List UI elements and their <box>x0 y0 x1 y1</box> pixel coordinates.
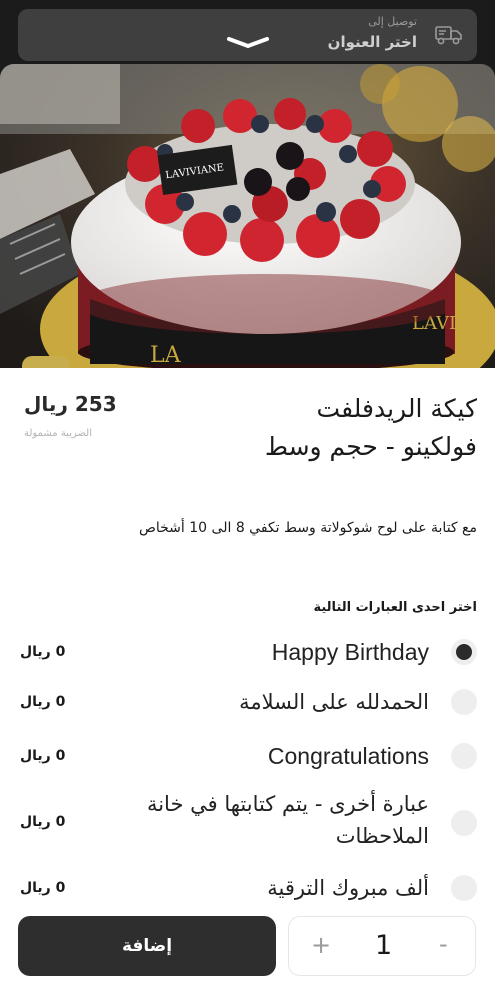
option-radio[interactable] <box>451 743 477 769</box>
truck-icon <box>435 26 462 45</box>
option-label: عبارة أخرى - يتم كتابتها في خانة الملاحظ… <box>146 792 429 848</box>
option-radio[interactable] <box>451 689 477 715</box>
product-title-line2: فولكينو - حجم وسط <box>264 432 477 461</box>
option-price: 0 ريال <box>20 694 66 710</box>
option-price: 0 ريال <box>20 748 66 764</box>
delivery-address-bar[interactable]: توصيل إلى اختر العنوان <box>18 9 477 61</box>
option-label: الحمدلله على السلامة <box>239 690 429 714</box>
product-image: LA LAVI LAVIVIANE <box>0 64 495 368</box>
choose-address-label[interactable]: اختر العنوان <box>328 33 417 51</box>
add-to-cart-button[interactable]: إضافة <box>18 916 276 976</box>
product-description: مع كتابة على لوح شوكولاتة وسط تكفي 8 الى… <box>138 520 477 536</box>
tax-note: الضريبة مشمولة <box>24 428 92 439</box>
add-to-cart-bar: إضافة + 1 - <box>0 905 495 1000</box>
product-title: كيكة الريدفلفت فولكينو - حجم وسط <box>177 390 477 466</box>
product-title-line1: كيكة الريدفلفت <box>316 394 477 423</box>
chevron-down-icon[interactable] <box>226 36 270 50</box>
option-label: Happy Birthday <box>271 639 429 665</box>
increase-quantity-button[interactable]: + <box>311 931 331 959</box>
option-price: 0 ريال <box>20 880 66 896</box>
option-label: ألف مبروك الترقية <box>267 876 429 900</box>
options-heading: اختر احدى العبارات التالية <box>313 600 477 615</box>
quantity-stepper[interactable]: + 1 - <box>288 916 476 976</box>
favorite-button[interactable] <box>22 356 70 368</box>
option-radio[interactable] <box>451 810 477 836</box>
quantity-value: 1 <box>375 930 393 961</box>
option-radio[interactable] <box>451 875 477 901</box>
option-radio[interactable] <box>451 639 477 665</box>
option-label: Congratulations <box>267 743 429 769</box>
option-price: 0 ريال <box>20 814 66 830</box>
svg-text:LA: LA <box>150 343 182 368</box>
product-price: 253 ريال <box>24 392 117 416</box>
decrease-quantity-button[interactable]: - <box>439 930 448 958</box>
option-price: 0 ريال <box>20 644 66 660</box>
cake-illustration: LA LAVI LAVIVIANE <box>0 64 495 368</box>
deliver-to-label: توصيل إلى <box>368 15 417 28</box>
